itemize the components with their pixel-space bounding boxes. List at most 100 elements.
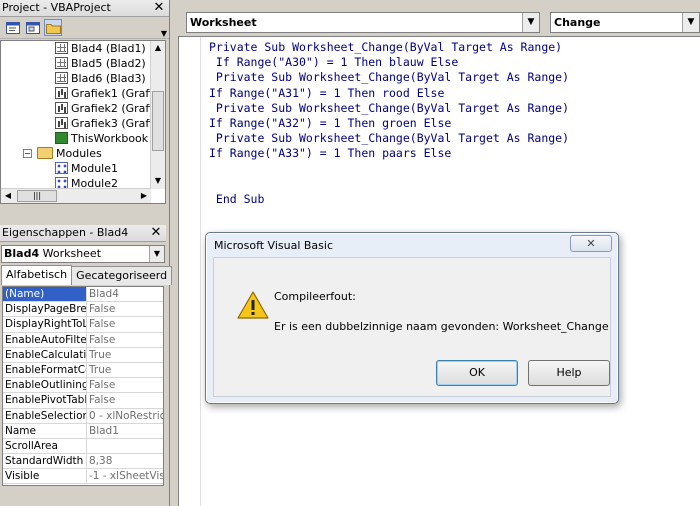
property-row[interactable]: EnableAutoFilter False (3, 332, 163, 348)
toggle-folders-button[interactable] (44, 19, 62, 36)
dialog-title: Microsoft Visual Basic (214, 239, 334, 252)
code-line[interactable] (209, 177, 569, 192)
chevron-down-icon[interactable]: ▼ (682, 13, 699, 32)
chart-icon (55, 102, 68, 114)
tree-item[interactable]: Blad5 (Blad2) (1, 56, 165, 71)
help-button[interactable]: Help (528, 360, 610, 386)
toolbar-dropdown-icon[interactable]: ▼ (161, 29, 167, 38)
scroll-right-icon[interactable]: ▶ (137, 189, 151, 203)
code-line[interactable]: Private Sub Worksheet_Change(ByVal Targe… (209, 70, 569, 85)
property-value[interactable]: False (87, 393, 163, 407)
property-row[interactable]: ScrollArea (3, 438, 163, 455)
object-select[interactable]: Blad4 Worksheet ▼ (1, 245, 165, 263)
tree-item[interactable]: Grafiek1 (Grafiek (1, 86, 165, 101)
scroll-thumb[interactable] (152, 91, 164, 151)
error-dialog: Microsoft Visual Basic ✕ Compileerfout: … (205, 232, 619, 404)
project-tree[interactable]: Blad4 (Blad1) Blad5 (Blad2) Blad6 (Blad3) G… (0, 40, 166, 204)
property-value[interactable] (87, 439, 163, 453)
property-name: Name (3, 423, 87, 438)
property-row[interactable]: EnableSelection0 - xlNoRestrictio (3, 408, 163, 424)
tree-item[interactable]: Blad4 (Blad1) (1, 41, 165, 56)
property-row[interactable]: StandardWidth 8,38 (3, 454, 163, 470)
procedure-combo-value: Change (554, 16, 601, 29)
sheet-icon (55, 42, 68, 54)
tree-item-label: Blad5 (Blad2) (71, 57, 146, 70)
project-pane-close-icon[interactable]: ✕ (152, 1, 166, 15)
tab-alphabetic[interactable]: Alfabetisch (1, 265, 73, 285)
code-line[interactable]: If Range("A30") = 1 Then blauw Else (209, 55, 569, 70)
collapse-icon[interactable]: − (23, 149, 32, 158)
property-row[interactable]: DisplayPageBreakFalse (3, 302, 163, 318)
scroll-left-icon[interactable]: ◀ (1, 189, 15, 203)
object-combo[interactable]: Worksheet ▼ (186, 12, 540, 33)
dialog-close-button[interactable]: ✕ (570, 235, 612, 252)
sheet-icon (55, 57, 68, 69)
dialog-body: Compileerfout: Er is een dubbelzinnige n… (213, 257, 611, 397)
code-line[interactable]: Private Sub Worksheet_Change(ByVal Targe… (209, 131, 569, 146)
properties-pane-close-icon[interactable]: ✕ (149, 226, 163, 240)
tree-item[interactable]: Blad6 (Blad3) (1, 71, 165, 86)
chevron-down-icon[interactable]: ▼ (522, 13, 539, 32)
property-name: Visible (3, 469, 87, 484)
tree-vertical-scrollbar[interactable]: ▲ ▼ (150, 41, 165, 189)
code-line[interactable]: Private Sub Worksheet_Change(ByVal Targe… (209, 40, 569, 55)
tab-categorized[interactable]: Gecategoriseerd (71, 266, 173, 285)
code-line[interactable]: Private Sub Worksheet_Change(ByVal Targe… (209, 101, 569, 116)
ok-button[interactable]: OK (436, 360, 518, 386)
tree-item[interactable]: Grafiek3 (Grafiek (1, 116, 165, 131)
tree-item[interactable]: Grafiek2 (Grafiek (1, 101, 165, 116)
property-value[interactable]: 8,38 (87, 454, 163, 468)
property-value[interactable]: True (87, 348, 163, 362)
view-object-icon (26, 21, 40, 34)
property-value[interactable]: False (87, 317, 163, 331)
scroll-down-icon[interactable]: ▼ (151, 174, 165, 188)
property-row[interactable]: EnablePivotTable False (3, 393, 163, 409)
tree-item-label: Modules (56, 147, 102, 160)
property-row[interactable]: EnableCalculationTrue (3, 347, 163, 363)
property-row[interactable]: (Name) Blad4 (3, 287, 163, 303)
property-value[interactable]: Blad1 (87, 424, 163, 438)
tree-item[interactable]: Module1 (1, 161, 165, 176)
property-row[interactable]: DisplayRightToLefFalse (3, 317, 163, 333)
view-object-button[interactable] (24, 19, 42, 36)
property-value[interactable]: -1 - xlSheetVisib (87, 469, 163, 483)
code-line[interactable] (209, 162, 569, 177)
scroll-up-icon[interactable]: ▲ (151, 41, 165, 55)
property-name: EnableCalculation (5, 347, 87, 362)
folder-icon (37, 147, 53, 159)
property-value[interactable]: False (87, 378, 163, 392)
folder-icon (45, 23, 61, 34)
property-name: DisplayRightToLef (3, 317, 87, 332)
code-text[interactable]: Private Sub Worksheet_Change(ByVal Targe… (209, 40, 569, 207)
property-value[interactable]: False (87, 333, 163, 347)
property-row[interactable]: Name Blad1 (3, 423, 163, 439)
property-row[interactable]: EnableOutlining False (3, 378, 163, 394)
property-value[interactable]: Blad4 (87, 287, 163, 301)
dialog-heading: Compileerfout: (274, 290, 356, 303)
property-value[interactable]: 0 - xlNoRestrictio (87, 409, 163, 423)
code-line[interactable]: End Sub (209, 192, 569, 207)
code-line[interactable]: If Range("A32") = 1 Then groen Else (209, 116, 569, 131)
object-name: Blad4 (4, 247, 40, 260)
tree-item-label: Blad6 (Blad3) (71, 72, 146, 85)
tree-item[interactable]: ThisWorkbook (1, 131, 165, 146)
property-row[interactable]: Visible-1 - xlSheetVisib (3, 469, 163, 485)
property-row[interactable]: EnableFormatConTrue (3, 362, 163, 379)
code-line[interactable]: If Range("A31") = 1 Then rood Else (209, 86, 569, 101)
tree-rows: Blad4 (Blad1) Blad5 (Blad2) Blad6 (Blad3) G… (1, 41, 165, 191)
code-window-header: Worksheet ▼ Change ▼ (172, 0, 700, 38)
property-value[interactable]: True (87, 363, 163, 377)
chevron-down-icon[interactable]: ▼ (149, 246, 164, 262)
property-name: EnableOutlining (5, 378, 87, 393)
property-name: EnableSelection (5, 408, 87, 423)
properties-grid[interactable]: (Name)Blad4DisplayPageBreakFalseDisplayR… (2, 286, 164, 486)
tree-horizontal-scrollbar[interactable]: ◀ ||| ▶ (1, 188, 151, 203)
view-code-button[interactable] (4, 19, 22, 36)
tree-item[interactable]: − Modules (1, 146, 165, 161)
procedure-combo[interactable]: Change ▼ (550, 12, 700, 33)
property-value[interactable]: False (87, 302, 163, 316)
property-name: ScrollArea (3, 438, 87, 454)
code-line[interactable]: If Range("A33") = 1 Then paars Else (209, 146, 569, 161)
hscroll-thumb[interactable]: ||| (17, 190, 57, 202)
properties-tabs: Alfabetisch Gecategoriseerd (1, 265, 173, 286)
